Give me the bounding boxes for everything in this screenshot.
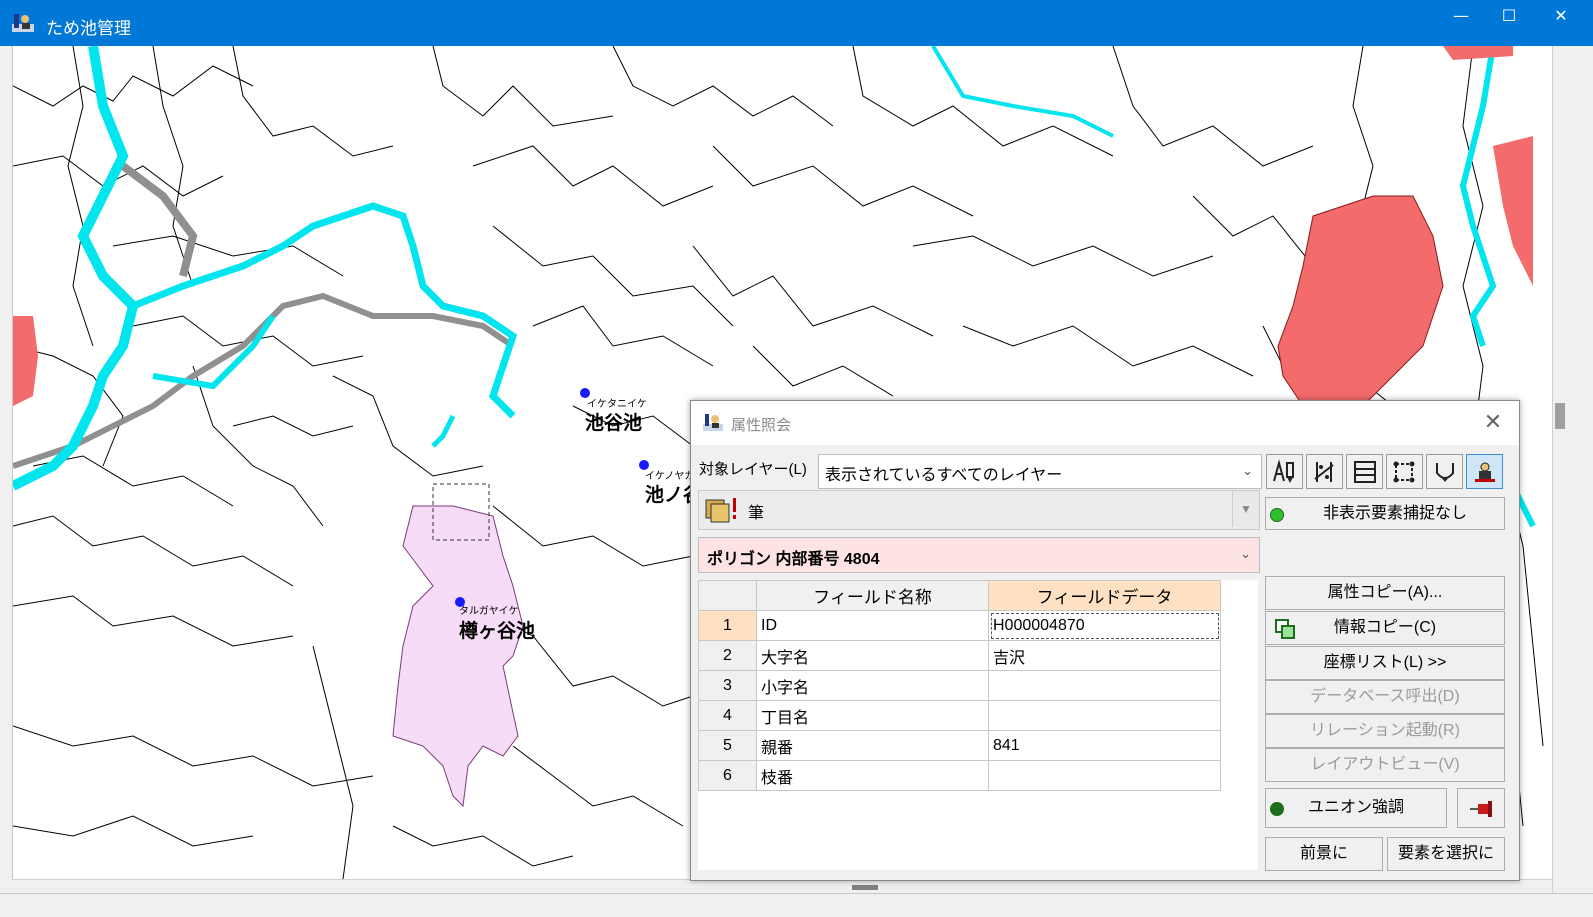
- table-row[interactable]: 5 親番 841: [698, 730, 1221, 761]
- field-data-cell[interactable]: 吉沢: [988, 640, 1221, 671]
- dialog-app-icon: [703, 414, 723, 431]
- attribute-copy-button[interactable]: 属性コピー(A)...: [1265, 576, 1505, 610]
- horizontal-scroll-thumb[interactable]: [852, 885, 878, 890]
- dialog-close-button[interactable]: ✕: [1479, 409, 1507, 437]
- field-data-cell[interactable]: 841: [988, 730, 1221, 761]
- vertex-button[interactable]: [1386, 454, 1423, 489]
- layout-icon: [1354, 461, 1376, 483]
- chevron-down-icon: ⌄: [1242, 463, 1253, 478]
- pin-button[interactable]: [1457, 788, 1505, 828]
- title-bar: ため池管理 — ☐ ✕: [0, 0, 1593, 46]
- corner-cell: [698, 580, 757, 611]
- table-row[interactable]: 2 大字名 吉沢: [698, 640, 1221, 671]
- target-layer-value: 表示されているすべてのレイヤー: [825, 467, 1063, 484]
- chevron-down-icon: ⌄: [1240, 546, 1251, 561]
- column-header-field-name[interactable]: フィールド名称: [756, 580, 989, 611]
- vertex-icon: [1393, 461, 1415, 483]
- vertical-scroll-thumb[interactable]: [1555, 403, 1565, 429]
- row-number: 5: [698, 730, 757, 761]
- field-name-cell[interactable]: 丁目名: [756, 700, 989, 731]
- row-number: 3: [698, 670, 757, 701]
- window-title: ため池管理: [46, 19, 131, 39]
- dialog-title: 属性照会: [731, 417, 792, 434]
- left-frame: [0, 46, 13, 917]
- minimize-button[interactable]: —: [1437, 0, 1485, 34]
- layout-view-button[interactable]: レイアウトビュー(V): [1265, 748, 1505, 782]
- flow-button[interactable]: [1426, 454, 1463, 489]
- identify-button[interactable]: [1466, 454, 1503, 489]
- pushpin-icon: [1470, 801, 1492, 817]
- measure-icon: [1314, 462, 1334, 482]
- field-name-cell[interactable]: 親番: [756, 730, 989, 761]
- copy-icon: [1275, 619, 1295, 639]
- select-element-button[interactable]: 要素を選択に: [1387, 837, 1505, 871]
- field-name-cell[interactable]: 小字名: [756, 670, 989, 701]
- table-row[interactable]: 1 ID H000004870: [698, 610, 1221, 641]
- feature-type-select[interactable]: 筆 ▼: [698, 490, 1260, 530]
- pond-furigana: タルガヤイケ: [459, 606, 519, 617]
- hidden-capture-toggle[interactable]: 非表示要素捕捉なし: [1265, 497, 1505, 530]
- horizontal-scrollbar[interactable]: [12, 879, 1552, 894]
- info-copy-label: 情報コピー(C): [1333, 619, 1437, 636]
- attribute-table: フィールド名称 フィールドデータ 1 ID H000004870 2 大字名 吉…: [698, 580, 1221, 791]
- layout-button[interactable]: [1346, 454, 1383, 489]
- status-led-icon: [1270, 508, 1284, 522]
- pond-name-ikedani: 池谷池: [585, 408, 642, 435]
- relation-launch-button[interactable]: リレーション起動(R): [1265, 714, 1505, 748]
- close-button[interactable]: ✕: [1537, 0, 1585, 34]
- maximize-button[interactable]: ☐: [1485, 0, 1533, 34]
- field-name-cell[interactable]: ID: [756, 610, 989, 641]
- chevron-down-icon[interactable]: ▼: [1232, 491, 1259, 527]
- polygon-info-value: ポリゴン 内部番号 4804: [707, 551, 880, 568]
- field-data-cell[interactable]: [988, 700, 1221, 731]
- union-highlight-button[interactable]: ユニオン強調: [1265, 788, 1447, 828]
- field-data-cell[interactable]: [988, 670, 1221, 701]
- field-name-cell[interactable]: 大字名: [756, 640, 989, 671]
- polygon-select[interactable]: ポリゴン 内部番号 4804 ⌄: [698, 537, 1260, 573]
- field-data-cell[interactable]: [988, 760, 1221, 791]
- attribute-edit-button[interactable]: [1266, 454, 1303, 489]
- bring-to-front-button[interactable]: 前景に: [1265, 837, 1383, 871]
- pond-name: 樽ヶ谷池: [459, 620, 536, 642]
- pond-label-tarugaya: タルガヤイケ: [459, 602, 519, 617]
- coordinate-list-button[interactable]: 座標リスト(L) >>: [1265, 646, 1505, 680]
- pond-name: 池谷池: [585, 412, 643, 434]
- target-layer-select[interactable]: 表示されているすべてのレイヤー ⌄: [818, 454, 1262, 489]
- row-number: 2: [698, 640, 757, 671]
- row-number: 6: [698, 760, 757, 791]
- status-bar: [0, 893, 1593, 917]
- dialog-title-bar: 属性照会 ✕: [691, 401, 1519, 445]
- column-header-field-data[interactable]: フィールドデータ: [988, 580, 1221, 611]
- field-name-cell[interactable]: 枝番: [756, 760, 989, 791]
- app-window: ため池管理 — ☐ ✕ イケタニイケ 池谷池 イケノヤガ 池ノ谷 タルガヤイケ …: [0, 0, 1593, 917]
- row-number: 4: [698, 700, 757, 731]
- row-number: 1: [698, 610, 757, 641]
- feature-type-value: 筆: [748, 505, 765, 522]
- attribute-dialog: 属性照会 ✕ 対象レイヤー(L) 表示されているすべてのレイヤー ⌄ 筆 ▼ ポ…: [690, 400, 1520, 881]
- info-copy-button[interactable]: 情報コピー(C): [1265, 611, 1505, 645]
- app-logo-icon: [12, 14, 34, 32]
- status-led-icon: [1270, 802, 1284, 816]
- flow-icon: [1436, 463, 1454, 482]
- pond-name-tarugaya: 樽ヶ谷池: [459, 616, 535, 643]
- vertical-scrollbar[interactable]: [1552, 46, 1593, 893]
- database-call-button[interactable]: データベース呼出(D): [1265, 680, 1505, 714]
- table-row[interactable]: 6 枝番: [698, 760, 1221, 791]
- target-layer-label: 対象レイヤー(L): [699, 461, 807, 478]
- attribute-edit-icon: [1273, 459, 1294, 483]
- hidden-capture-label: 非表示要素捕捉なし: [1322, 505, 1467, 522]
- table-row[interactable]: 3 小字名: [698, 670, 1221, 701]
- identify-icon: [1475, 462, 1495, 482]
- attribute-grid[interactable]: フィールド名称 フィールドデータ 1 ID H000004870 2 大字名 吉…: [698, 580, 1254, 806]
- union-highlight-label: ユニオン強調: [1307, 799, 1404, 816]
- measure-button[interactable]: [1306, 454, 1343, 489]
- parcel-layer-icon: [705, 498, 736, 523]
- table-header-row: フィールド名称 フィールドデータ: [698, 580, 1221, 611]
- table-row[interactable]: 4 丁目名: [698, 700, 1221, 731]
- field-data-cell[interactable]: H000004870: [988, 610, 1221, 641]
